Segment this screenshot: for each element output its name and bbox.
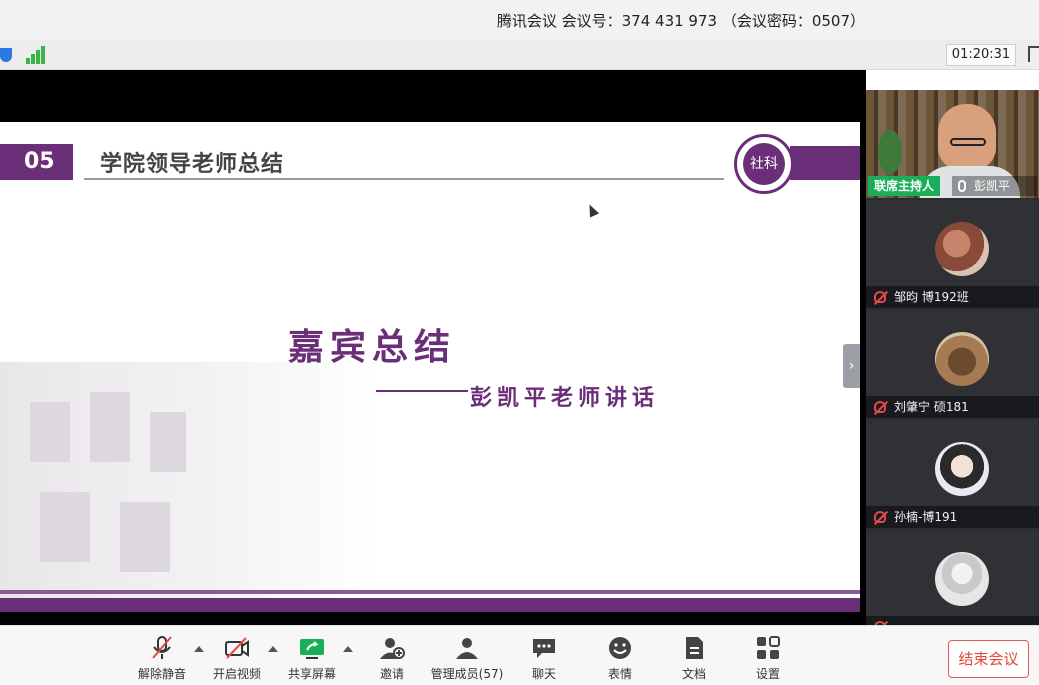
- slide-header-bar: [790, 146, 860, 180]
- add-user-icon: [380, 638, 405, 659]
- host-name-bar: 彭凯平: [952, 176, 1037, 196]
- slide-headline: 嘉宾总结: [288, 326, 457, 368]
- camera-off-icon: [225, 637, 249, 659]
- grid-settings-icon: [757, 636, 780, 659]
- participant-tile[interactable]: [866, 530, 1039, 625]
- avatar: [935, 222, 989, 276]
- title-bar: 腾讯会议 会议号：374 431 973 （会议密码：0507）: [0, 0, 1039, 40]
- participant-tile[interactable]: 邹昀 博192班: [866, 200, 1039, 308]
- document-icon: [686, 637, 703, 659]
- reactions-button[interactable]: 表情: [596, 626, 644, 685]
- end-meeting-button[interactable]: 结束会议: [948, 640, 1029, 678]
- presentation-slide: 05 学院领导老师总结 社科 嘉宾总结 彭凯平老师讲话: [0, 122, 860, 612]
- school-logo-text: 社科: [743, 143, 785, 185]
- share-screen-button[interactable]: 共享屏幕: [282, 626, 342, 685]
- school-logo: 社科: [734, 134, 794, 194]
- audio-options-caret-icon[interactable]: [194, 646, 204, 652]
- share-options-caret-icon[interactable]: [343, 646, 353, 652]
- avatar: [935, 442, 989, 496]
- settings-button[interactable]: 设置: [744, 626, 792, 685]
- members-icon: [456, 638, 478, 659]
- participant-tile[interactable]: 孙楠-博191: [866, 420, 1039, 528]
- start-video-button[interactable]: 开启视频: [206, 626, 268, 685]
- chat-button[interactable]: 聊天: [520, 626, 568, 685]
- documents-button[interactable]: 文档: [670, 626, 718, 685]
- participants-panel: 联席主持人 彭凯平 邹昀 博192班 刘肇宁 硕181 孙楠-博191: [866, 90, 1039, 625]
- host-face: [938, 104, 996, 170]
- avatar: [935, 332, 989, 386]
- network-signal-icon[interactable]: [26, 46, 46, 64]
- host-video-tile[interactable]: 联席主持人 彭凯平: [866, 90, 1039, 198]
- meeting-timer: 01:20:31: [946, 44, 1016, 66]
- meeting-toolbar: 解除静音 开启视频 共享屏幕 邀请 管理成员(57) 聊天 表情 文档 设置: [0, 625, 1039, 684]
- chat-icon: [533, 639, 555, 658]
- building-background-image: [0, 362, 380, 612]
- fullscreen-icon[interactable]: [1028, 46, 1039, 62]
- participant-name: 邹昀 博192班: [894, 290, 969, 304]
- host-name: 彭凯平: [974, 179, 1011, 193]
- status-bar: [0, 40, 1039, 70]
- invite-button[interactable]: 邀请: [368, 626, 416, 685]
- mic-muted-icon: [152, 636, 172, 659]
- mic-muted-icon: [874, 511, 886, 523]
- unmute-button[interactable]: 解除静音: [132, 626, 192, 685]
- smile-icon: [609, 637, 631, 659]
- participant-name: 刘肇宁 硕181: [894, 400, 969, 414]
- meeting-title: 腾讯会议 会议号：374 431 973 （会议密码：0507）: [496, 12, 865, 30]
- avatar: [935, 552, 989, 606]
- collapse-panel-button[interactable]: ›: [843, 344, 860, 388]
- mic-muted-icon: [874, 291, 886, 303]
- video-options-caret-icon[interactable]: [268, 646, 278, 652]
- manage-members-button[interactable]: 管理成员(57): [428, 626, 506, 685]
- participant-name: 孙楠-博191: [894, 510, 958, 524]
- slide-footer-bar: [0, 598, 860, 612]
- slide-subtitle: 彭凯平老师讲话: [470, 385, 660, 411]
- share-screen-icon: [300, 639, 324, 659]
- mic-on-icon: [958, 180, 966, 192]
- plant: [878, 130, 902, 174]
- participant-tile[interactable]: 刘肇宁 硕181: [866, 310, 1039, 418]
- mic-muted-icon: [874, 401, 886, 413]
- glasses: [950, 138, 986, 146]
- subtitle-dash: [376, 390, 468, 392]
- security-shield-icon[interactable]: [0, 48, 12, 62]
- slide-footer-stripe: [0, 590, 860, 594]
- section-number: 05: [0, 144, 73, 180]
- section-title: 学院领导老师总结: [100, 152, 285, 177]
- host-badge: 联席主持人: [868, 176, 941, 196]
- title-divider: [84, 178, 724, 180]
